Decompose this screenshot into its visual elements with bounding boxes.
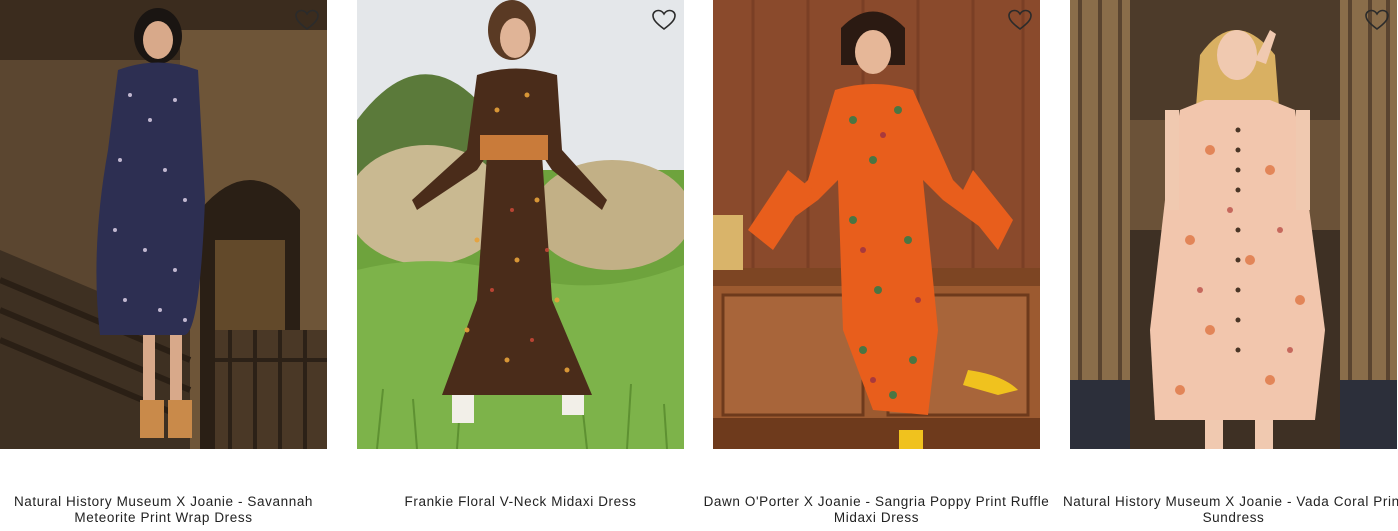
wishlist-button[interactable] — [650, 6, 678, 34]
wishlist-button[interactable] — [293, 6, 321, 34]
product-title[interactable]: Natural History Museum X Joanie - Vada C… — [1058, 494, 1398, 526]
wishlist-button[interactable] — [1363, 6, 1391, 34]
product-image-link[interactable] — [357, 0, 684, 449]
heart-outline-icon — [295, 9, 319, 31]
product-photo — [713, 0, 1040, 449]
product-grid: Natural History Museum X Joanie - Savann… — [0, 0, 1398, 531]
product-title[interactable]: Dawn O'Porter X Joanie - Sangria Poppy P… — [701, 494, 1052, 526]
wishlist-button[interactable] — [1006, 6, 1034, 34]
heart-outline-icon — [1008, 9, 1032, 31]
product-card: Natural History Museum X Joanie - Vada C… — [1063, 0, 1398, 531]
product-image-link[interactable] — [1070, 0, 1397, 449]
product-photo — [0, 0, 327, 449]
product-photo — [1070, 0, 1397, 449]
heart-outline-icon — [1365, 9, 1389, 31]
product-title[interactable]: Frankie Floral V-Neck Midaxi Dress — [345, 494, 696, 510]
product-card: Frankie Floral V-Neck Midaxi Dress — [357, 0, 684, 531]
product-title[interactable]: Natural History Museum X Joanie - Savann… — [0, 494, 339, 526]
heart-outline-icon — [652, 9, 676, 31]
product-photo — [357, 0, 684, 449]
product-image-link[interactable] — [713, 0, 1040, 449]
product-card: Natural History Museum X Joanie - Savann… — [0, 0, 327, 531]
product-card: Dawn O'Porter X Joanie - Sangria Poppy P… — [704, 0, 1049, 531]
product-image-link[interactable] — [0, 0, 327, 449]
